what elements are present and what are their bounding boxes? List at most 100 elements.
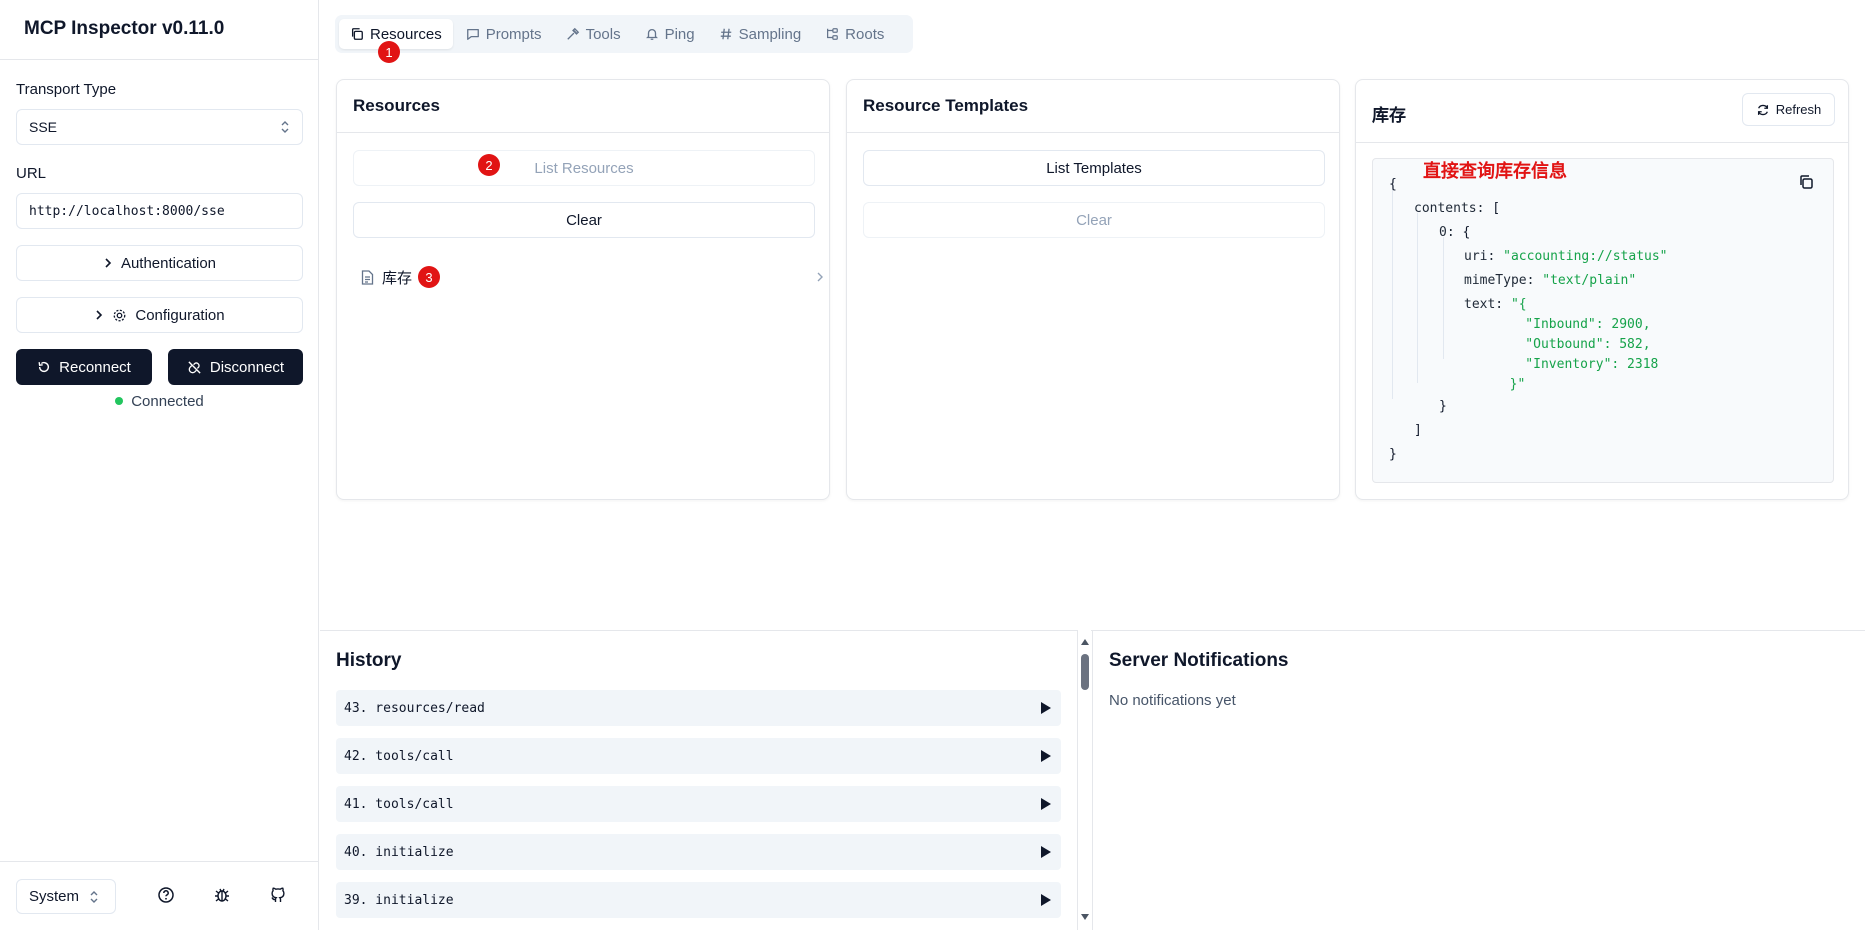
refresh-icon [1756, 103, 1770, 117]
play-icon [1041, 702, 1051, 714]
scroll-down-icon[interactable] [1081, 914, 1089, 920]
message-icon [466, 27, 480, 41]
copy-icon [350, 27, 364, 41]
connection-status-text: Connected [131, 393, 204, 410]
json-line: }" [1494, 377, 1526, 392]
file-text-icon [361, 269, 374, 285]
scrollbar-thumb[interactable] [1081, 654, 1089, 690]
hammer-icon [566, 27, 580, 41]
annotation-text: 直接查询库存信息 [1423, 161, 1567, 182]
play-icon [1041, 894, 1051, 906]
history-item[interactable]: 41. tools/call [336, 786, 1061, 822]
tab-label: Prompts [485, 25, 542, 43]
scroll-up-icon[interactable] [1081, 639, 1089, 645]
json-line: { [1389, 177, 1397, 192]
play-icon [1041, 846, 1051, 858]
history-item-label: 43. resources/read [344, 700, 485, 716]
bug-icon[interactable] [213, 886, 233, 906]
list-resources-label: List Resources [534, 159, 634, 177]
reconnect-label: Reconnect [59, 358, 131, 376]
theme-value: System [29, 888, 80, 905]
folder-tree-icon [825, 27, 839, 41]
json-line: contents: [ [1414, 201, 1501, 216]
history-item[interactable]: 39. initialize [336, 882, 1061, 918]
chevron-up-down-icon [89, 890, 99, 904]
history-item[interactable]: 43. resources/read [336, 690, 1061, 726]
server-notifications-title: Server Notifications [1109, 650, 1289, 671]
list-templates-label: List Templates [1046, 159, 1142, 177]
url-label: URL [16, 165, 47, 182]
list-resources-button[interactable]: List Resources [353, 150, 815, 186]
help-circle-icon[interactable] [157, 886, 177, 906]
configuration-button[interactable]: Configuration [16, 297, 303, 333]
bell-icon [645, 27, 659, 41]
disconnect-label: Disconnect [209, 358, 285, 376]
history-title: History [336, 650, 402, 671]
history-scrollbar[interactable] [1077, 630, 1091, 930]
rotate-ccw-icon [37, 360, 51, 374]
resource-item[interactable]: 库存 3 [361, 263, 828, 291]
resource-json-viewer: 直接查询库存信息 { contents: [ 0: { uri: "accoun… [1372, 158, 1834, 483]
history-item-label: 40. initialize [344, 844, 454, 860]
json-line: text: "{ [1464, 297, 1527, 312]
history-item-label: 42. tools/call [344, 748, 454, 764]
tab-resources[interactable]: Resources 1 [339, 19, 453, 63]
json-line: ] [1414, 423, 1422, 438]
transport-type-value: SSE [29, 119, 58, 135]
url-input[interactable]: http://localhost:8000/sse [16, 193, 303, 229]
gear-icon [112, 308, 127, 323]
theme-select[interactable]: System [16, 879, 116, 914]
refresh-button[interactable]: Refresh [1742, 93, 1835, 126]
resource-templates-title: Resource Templates [847, 80, 1339, 133]
status-dot-icon [115, 397, 124, 406]
copy-icon[interactable] [1798, 174, 1814, 190]
panel-divider [1092, 630, 1093, 930]
hash-icon [719, 27, 733, 41]
tab-ping[interactable]: Ping [634, 19, 706, 49]
tab-label: Sampling [738, 25, 802, 43]
app-title: MCP Inspector v0.11.0 [0, 0, 318, 60]
sidebar: MCP Inspector v0.11.0 Transport Type SSE… [0, 0, 319, 930]
json-line: "Outbound": 582, [1494, 337, 1651, 352]
tab-roots[interactable]: Roots [814, 19, 895, 49]
tab-label: Tools [585, 25, 621, 43]
clear-templates-label: Clear [1076, 211, 1112, 229]
json-line: "Inventory": 2318 [1494, 357, 1659, 372]
history-item[interactable]: 42. tools/call [336, 738, 1061, 774]
chevron-right-icon [816, 271, 824, 283]
tab-tools[interactable]: Tools [555, 19, 632, 49]
github-icon[interactable] [269, 886, 289, 906]
authentication-button[interactable]: Authentication [16, 245, 303, 281]
configuration-label: Configuration [135, 306, 225, 324]
tab-label: Resources [370, 25, 442, 43]
clear-resources-label: Clear [566, 211, 602, 229]
main-tabs: Resources 1 Prompts Tools Ping Sampling … [335, 15, 913, 63]
tab-sampling[interactable]: Sampling [708, 19, 813, 49]
tab-prompts[interactable]: Prompts [455, 19, 553, 49]
clear-templates-button[interactable]: Clear [863, 202, 1325, 238]
tab-label: Roots [845, 25, 885, 43]
play-icon [1041, 798, 1051, 810]
resource-templates-card: Resource Templates List Templates Clear [846, 79, 1340, 500]
refresh-label: Refresh [1775, 102, 1822, 117]
unplug-icon [187, 360, 202, 375]
sidebar-footer: System [0, 861, 319, 930]
resource-detail-card: 库存 Refresh 直接查询库存信息 { contents: [ 0: { u… [1355, 79, 1849, 500]
play-icon [1041, 750, 1051, 762]
json-line: 0: { [1439, 225, 1471, 240]
json-line: } [1439, 399, 1447, 414]
json-line: "Inbound": 2900, [1494, 317, 1651, 332]
app-root: MCP Inspector v0.11.0 Transport Type SSE… [0, 0, 1865, 930]
transport-type-select[interactable]: SSE [16, 109, 303, 145]
connection-status: Connected [0, 393, 319, 410]
clear-resources-button[interactable]: Clear [353, 202, 815, 238]
reconnect-button[interactable]: Reconnect [16, 349, 152, 385]
json-line: uri: "accounting://status" [1464, 249, 1668, 264]
disconnect-button[interactable]: Disconnect [168, 349, 303, 385]
chevron-right-icon [94, 309, 104, 321]
list-templates-button[interactable]: List Templates [863, 150, 1325, 186]
annotation-badge: 3 [418, 266, 441, 288]
authentication-label: Authentication [120, 254, 217, 272]
json-line: mimeType: "text/plain" [1464, 273, 1637, 288]
history-item[interactable]: 40. initialize [336, 834, 1061, 870]
